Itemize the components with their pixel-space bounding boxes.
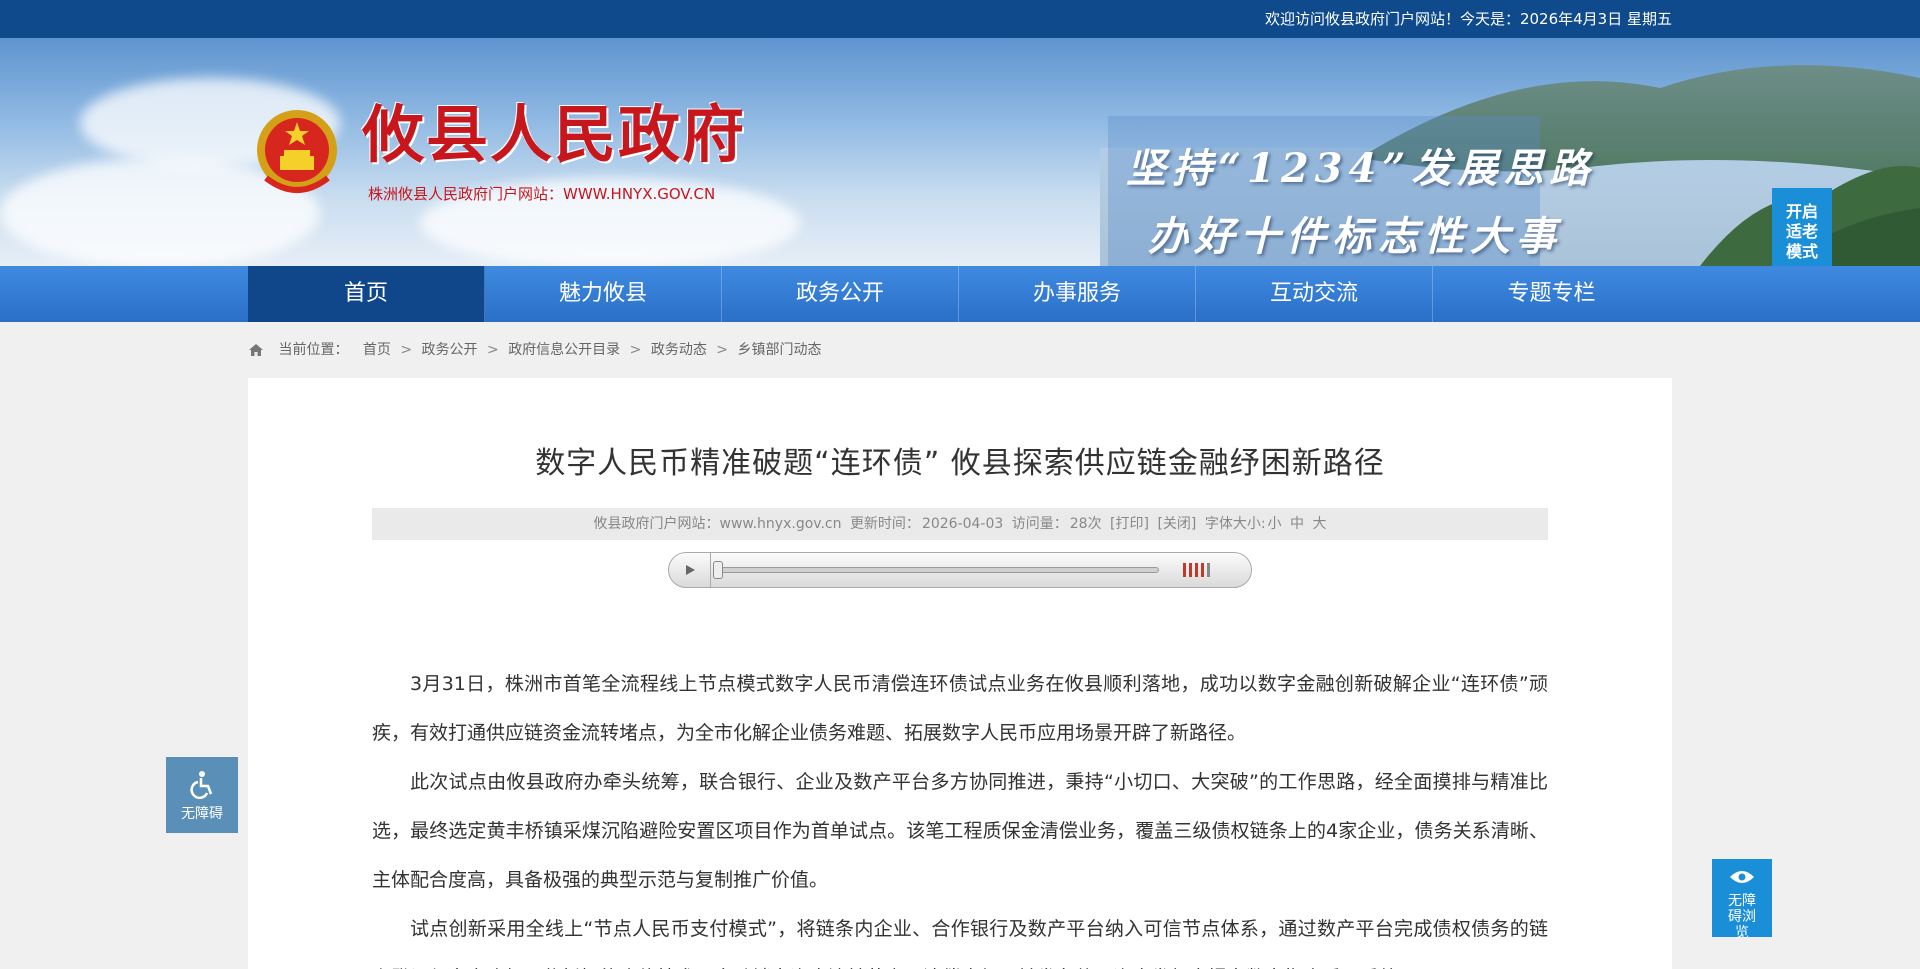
play-button[interactable] bbox=[669, 553, 711, 587]
volume-bar bbox=[1189, 563, 1192, 577]
nav-item-charm-youxian[interactable]: 魅力攸县 bbox=[485, 266, 722, 322]
nav-item-services[interactable]: 办事服务 bbox=[959, 266, 1196, 322]
audio-player bbox=[668, 552, 1252, 588]
updated-label: 更新时间： bbox=[849, 516, 920, 532]
nav-item-interaction[interactable]: 互动交流 bbox=[1196, 266, 1433, 322]
breadcrumb-disclosure-catalog[interactable]: 政府信息公开目录 bbox=[508, 342, 620, 358]
breadcrumb-separator: > bbox=[629, 342, 642, 358]
print-link[interactable]: [打印] bbox=[1110, 516, 1149, 532]
article-content: 3月31日，株洲市首笔全流程线上节点模式数字人民币清偿连环债试点业务在攸县顺利落… bbox=[372, 660, 1548, 969]
site-title[interactable]: 攸县人民政府 bbox=[362, 104, 746, 166]
national-emblem-icon bbox=[257, 110, 337, 193]
accessibility-label: 无障碍 bbox=[181, 806, 223, 822]
volume-control[interactable] bbox=[1183, 563, 1210, 577]
article-panel: 数字人民币精准破题“连环债” 攸县探索供应链金融纾困新路径 攸县政府门户网站：w… bbox=[248, 378, 1672, 969]
play-icon bbox=[685, 565, 695, 575]
eye-icon bbox=[1730, 871, 1754, 883]
breadcrumb-separator: > bbox=[400, 342, 413, 358]
article-title: 数字人民币精准破题“连环债” 攸县探索供应链金融纾困新路径 bbox=[535, 446, 1385, 481]
breadcrumb-township-news[interactable]: 乡镇部门动态 bbox=[737, 342, 821, 358]
nav-item-special-topics[interactable]: 专题专栏 bbox=[1433, 266, 1670, 322]
article-paragraph: 此次试点由攸县政府办牵头统筹，联合银行、企业及数产平台多方协同推进，秉持“小切口… bbox=[372, 771, 1548, 891]
article-source: 攸县政府门户网站：www.hnyx.gov.cn bbox=[593, 516, 842, 532]
close-link[interactable]: [关闭] bbox=[1157, 516, 1196, 532]
volume-bar bbox=[1195, 563, 1198, 577]
welcome-text: 欢迎访问攸县政府门户网站！今天是：2026年4月3日 星期五 bbox=[1264, 10, 1672, 28]
wheelchair-icon bbox=[190, 771, 213, 800]
accessibility-float-button[interactable]: 无障碍 bbox=[166, 757, 238, 833]
top-bar: 欢迎访问攸县政府门户网站！今天是：2026年4月3日 星期五 bbox=[0, 0, 1920, 38]
accessible-browse-label: 无障碍浏览 bbox=[1728, 893, 1756, 941]
font-large-link[interactable]: 大 bbox=[1312, 516, 1326, 532]
site-subtitle: 株洲攸县人民政府门户网站：WWW.HNYX.GOV.CN bbox=[368, 185, 716, 203]
home-icon bbox=[249, 344, 263, 356]
volume-bar bbox=[1183, 563, 1186, 577]
article-paragraph: 3月31日，株洲市首笔全流程线上节点模式数字人民币清偿连环债试点业务在攸县顺利落… bbox=[372, 673, 1548, 744]
views-count: 28次 bbox=[1069, 516, 1102, 532]
accessible-browse-button[interactable]: 无障碍浏览 bbox=[1712, 859, 1772, 941]
views-label: 访问量： bbox=[1011, 516, 1068, 532]
header-banner: 攸县人民政府 株洲攸县人民政府门户网站：WWW.HNYX.GOV.CN 坚持“1… bbox=[0, 38, 1920, 266]
elder-mode-label: 开启适老模式 bbox=[1785, 202, 1818, 261]
article-paragraph: 试点创新采用全线上“节点人民币支付模式”，将链条内企业、合作银行及数产平台纳入可… bbox=[372, 918, 1548, 969]
breadcrumb: 当前位置： 首页 > 政务公开 > 政府信息公开目录 > 政务动态 > 乡镇部门… bbox=[248, 322, 1672, 378]
breadcrumb-separator: > bbox=[716, 342, 729, 358]
article-meta-bar: 攸县政府门户网站：www.hnyx.gov.cn 更新时间： 2026-04-03… bbox=[372, 508, 1548, 540]
updated-date: 2026-04-03 bbox=[921, 516, 1004, 532]
breadcrumb-government-affairs[interactable]: 政务公开 bbox=[422, 342, 478, 358]
breadcrumb-home[interactable]: 首页 bbox=[363, 342, 391, 358]
audio-progress-thumb[interactable] bbox=[713, 561, 723, 579]
nav-item-home[interactable]: 首页 bbox=[248, 266, 485, 322]
breadcrumb-government-news[interactable]: 政务动态 bbox=[651, 342, 707, 358]
font-medium-link[interactable]: 中 bbox=[1290, 516, 1304, 532]
slogan-line-1: 坚持“1234”发展思路 bbox=[1126, 145, 1596, 192]
volume-bar bbox=[1201, 563, 1204, 577]
font-small-link[interactable]: 小 bbox=[1268, 516, 1282, 532]
font-size-label: 字体大小: bbox=[1204, 516, 1266, 532]
slogan-line-2: 办好十件标志性大事 bbox=[1148, 213, 1562, 260]
volume-bar bbox=[1207, 563, 1210, 577]
breadcrumb-prefix: 当前位置： bbox=[278, 342, 349, 358]
breadcrumb-separator: > bbox=[487, 342, 499, 358]
audio-progress-track[interactable] bbox=[719, 567, 1159, 573]
main-nav: 首页 魅力攸县 政务公开 办事服务 互动交流 专题专栏 bbox=[0, 266, 1920, 322]
nav-item-government-affairs[interactable]: 政务公开 bbox=[722, 266, 959, 322]
elder-mode-button[interactable]: 开启适老模式 bbox=[1772, 188, 1832, 266]
